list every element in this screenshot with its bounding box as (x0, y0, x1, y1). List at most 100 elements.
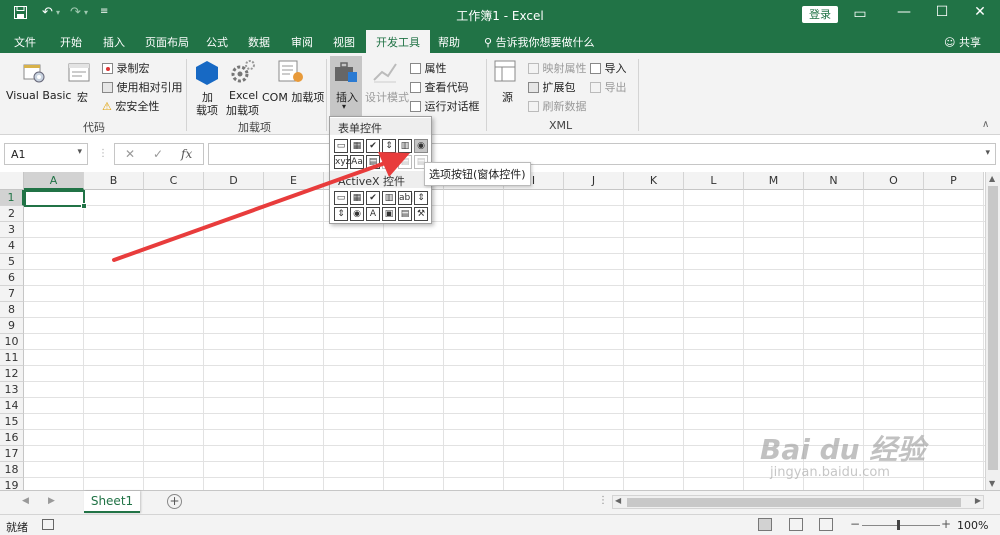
activex-control-icon[interactable]: ▭ (334, 191, 348, 205)
excel-addins-label-line2[interactable]: 加载项 (226, 102, 259, 118)
form-control-icon[interactable]: xyz (334, 155, 350, 169)
design-mode-button[interactable]: 设计模式 (365, 89, 409, 105)
confirm-entry-icon[interactable]: ✓ (153, 147, 163, 161)
tab-insert[interactable]: 插入 (103, 34, 125, 50)
activex-control-icon[interactable]: ▣ (382, 207, 396, 221)
activex-control-icon[interactable]: ab| (398, 191, 413, 205)
row-header[interactable]: 11 (0, 350, 24, 366)
tell-me-search[interactable]: ⚲ 告诉我你想要做什么 (484, 34, 595, 50)
macro-recording-icon[interactable] (42, 519, 54, 530)
row-header[interactable]: 6 (0, 270, 24, 286)
tab-developer[interactable]: 开发工具 (366, 30, 430, 54)
row-header[interactable]: 4 (0, 238, 24, 254)
scroll-down-icon[interactable]: ▼ (989, 479, 995, 488)
xml-export-button[interactable]: 导出 (590, 79, 627, 95)
row-header[interactable]: 18 (0, 462, 24, 478)
tab-help[interactable]: 帮助 (438, 34, 460, 50)
tab-view[interactable]: 视图 (333, 34, 355, 50)
select-all-corner[interactable] (0, 172, 24, 190)
tab-data[interactable]: 数据 (248, 34, 270, 50)
column-header[interactable]: K (624, 172, 684, 190)
activex-control-icon[interactable]: ⚒ (414, 207, 428, 221)
expand-formula-bar-icon[interactable]: ▾ (985, 148, 990, 158)
tab-home[interactable]: 开始 (60, 34, 82, 50)
activex-control-icon[interactable]: ▤ (398, 207, 412, 221)
zoom-in-button[interactable]: + (941, 517, 951, 531)
run-dialog-button[interactable]: 运行对话框 (410, 98, 480, 114)
share-button[interactable]: ☺ 共享 (944, 34, 981, 50)
xml-import-button[interactable]: 导入 (590, 60, 627, 76)
horizontal-scrollbar[interactable]: ◀ ▶ (612, 495, 984, 509)
name-box[interactable]: A1 ▾ (4, 143, 88, 165)
activex-control-icon[interactable]: A (366, 207, 380, 221)
column-header[interactable]: D (204, 172, 264, 190)
zoom-slider[interactable] (862, 525, 940, 526)
form-control-icon[interactable]: ▦ (350, 139, 364, 153)
macros-button[interactable]: 宏 (77, 89, 88, 105)
tab-formulas[interactable]: 公式 (206, 34, 228, 50)
form-control-icon[interactable]: ▥ (398, 139, 412, 153)
column-header[interactable]: O (864, 172, 924, 190)
relative-references-button[interactable]: 使用相对引用 (102, 79, 183, 95)
addins-label-line2[interactable]: 载项 (196, 102, 218, 118)
macro-security-button[interactable]: ⚠ 宏安全性 (102, 98, 159, 114)
column-header[interactable]: N (804, 172, 864, 190)
activex-control-icon[interactable]: ⇕ (334, 207, 348, 221)
maximize-button[interactable]: ☐ (932, 4, 952, 20)
previous-sheet-icon[interactable]: ◀ (22, 496, 29, 506)
row-header[interactable]: 1 (0, 190, 24, 206)
row-header[interactable]: 9 (0, 318, 24, 334)
scrollbar-thumb[interactable] (627, 498, 961, 507)
activex-control-icon[interactable]: ▦ (350, 191, 364, 205)
row-header[interactable]: 15 (0, 414, 24, 430)
form-control-icon[interactable]: Aa (350, 155, 364, 169)
com-addins-button[interactable]: COM 加载项 (262, 89, 324, 105)
formula-input[interactable]: ▾ (208, 143, 996, 165)
view-code-button[interactable]: 查看代码 (410, 79, 469, 95)
active-cell-a1[interactable] (24, 190, 87, 209)
tab-file[interactable]: 文件 (14, 34, 36, 50)
row-header[interactable]: 10 (0, 334, 24, 350)
page-break-preview-icon[interactable] (819, 518, 833, 531)
activex-control-icon[interactable]: ◉ (350, 207, 364, 221)
form-control-icon[interactable]: ◉ (414, 139, 428, 153)
close-button[interactable]: ✕ (970, 4, 990, 20)
row-header[interactable]: 17 (0, 446, 24, 462)
form-control-icon[interactable]: ⇕ (382, 139, 396, 153)
collapse-ribbon-icon[interactable]: ∧ (982, 119, 989, 130)
record-macro-button[interactable]: 录制宏 (102, 60, 150, 76)
visual-basic-button[interactable]: Visual Basic (6, 89, 71, 102)
row-header[interactable]: 19 (0, 478, 24, 490)
insert-control-button[interactable]: 插入 ▾ (330, 56, 362, 118)
minimize-button[interactable]: — (894, 4, 914, 20)
scroll-right-icon[interactable]: ▶ (975, 496, 981, 505)
scroll-up-icon[interactable]: ▲ (989, 174, 995, 183)
form-control-icon[interactable]: ◻ (382, 155, 396, 169)
row-header[interactable]: 14 (0, 398, 24, 414)
zoom-level[interactable]: 100% (957, 519, 988, 532)
page-layout-view-icon[interactable] (789, 518, 803, 531)
next-sheet-icon[interactable]: ▶ (48, 496, 55, 506)
row-header[interactable]: 2 (0, 206, 24, 222)
tab-review[interactable]: 审阅 (291, 34, 313, 50)
zoom-slider-thumb[interactable] (897, 520, 900, 530)
refresh-data-button[interactable]: 刷新数据 (528, 98, 587, 114)
row-header[interactable]: 7 (0, 286, 24, 302)
expansion-packs-button[interactable]: 扩展包 (528, 79, 576, 95)
column-header[interactable]: L (684, 172, 744, 190)
activex-control-icon[interactable]: ✔ (366, 191, 380, 205)
column-header[interactable]: A (24, 172, 84, 190)
login-button[interactable]: 登录 (802, 6, 838, 23)
cancel-entry-icon[interactable]: ✕ (125, 147, 135, 161)
chevron-down-icon[interactable]: ▾ (77, 147, 82, 157)
column-header[interactable]: M (744, 172, 804, 190)
column-header[interactable]: J (564, 172, 624, 190)
ribbon-display-options-icon[interactable]: ▭ (850, 6, 870, 22)
activex-control-icon[interactable]: ▥ (382, 191, 396, 205)
column-header[interactable]: C (144, 172, 204, 190)
form-control-icon[interactable]: ✔ (366, 139, 380, 153)
map-properties-button[interactable]: 映射属性 (528, 60, 587, 76)
vertical-scrollbar[interactable]: ▲ ▼ (985, 172, 1000, 490)
sheet-tab-sheet1[interactable]: Sheet1 (84, 491, 140, 513)
fill-handle[interactable] (81, 203, 87, 209)
